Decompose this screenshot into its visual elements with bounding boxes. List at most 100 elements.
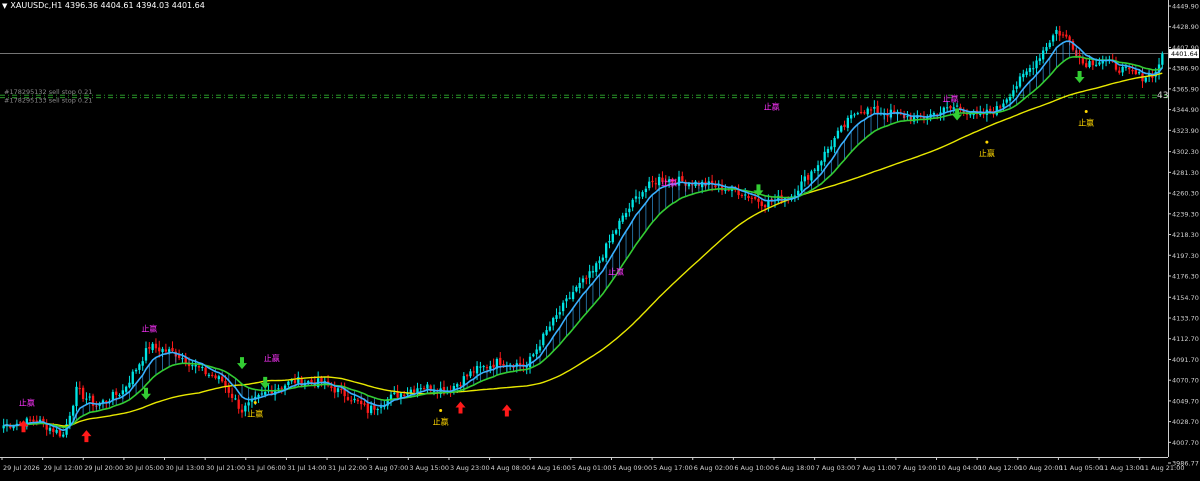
candle-body [356,399,360,402]
candle-body [197,366,201,368]
price-tick-label: 4302.30 [1172,148,1199,156]
time-tick-label: 31 Jul 22:00 [328,464,367,472]
take-profit-label: 止赢 [247,409,263,419]
chart-background [0,0,1200,477]
candle-body [240,409,244,413]
order-edge-label: 43 [1157,91,1168,101]
candle-body [1091,60,1094,66]
time-tick-label: 30 Jul 13:00 [166,464,205,472]
ohlc-values: 4396.36 4404.61 4394.03 4401.64 [64,1,205,10]
candle-body [1094,64,1098,66]
candle-body [333,387,336,393]
candle-body [800,181,803,191]
candle-body [634,196,638,199]
candle-body [581,278,585,283]
candle-body [111,391,115,400]
candle-body [293,380,297,383]
candle-body [264,391,267,395]
candle-body [330,386,333,388]
candle-body [651,180,654,183]
candle-body [555,315,558,319]
symbol-label: XAUUSDc,H1 [10,1,63,10]
candle-body [621,215,624,222]
time-tick-label: 6 Aug 18:00 [775,464,815,472]
candle-body [393,392,396,394]
candle-body [840,126,843,132]
candle-body [548,326,552,331]
candle-body [753,196,757,199]
candle-body [363,403,366,405]
time-tick-label: 31 Jul 14:00 [287,464,326,472]
take-profit-label: 止赢 [19,398,35,408]
candle-body [310,379,313,383]
price-tick-label: 4239.30 [1172,210,1199,218]
candle-body [568,297,571,299]
time-tick-label: 11 Aug 21:00 [1141,464,1185,472]
candle-body [538,346,542,351]
candle-body [247,402,250,406]
candle-body [952,107,955,109]
time-tick-label: 29 Jul 12:00 [44,464,83,472]
candle-body [750,197,753,199]
candle-body [859,112,863,114]
candle-body [641,192,644,197]
candle-body [588,271,591,278]
candle-body [806,175,810,180]
candle-body [1061,34,1065,36]
candle-body [369,405,373,414]
price-chart[interactable]: #178295132 sell stop 0.21 #178295133 sell… [0,0,1200,477]
price-tick-label: 4260.30 [1172,190,1199,198]
take-profit-label: 止赢 [942,94,958,104]
candle-body [413,389,416,393]
candle-body [595,263,598,272]
price-tick-label: 4449.90 [1172,3,1199,11]
time-tick-label: 3 Aug 15:00 [409,464,449,472]
sell-stop-label: #178295132 sell stop 0.21 [4,88,92,96]
candle-body [479,366,482,368]
chart-canvas[interactable]: #178295132 sell stop 0.21#178295133 sell… [0,0,1200,477]
candle-body [204,367,207,375]
candle-body [1018,76,1022,87]
candle-body [846,117,850,128]
price-tick-label: 4176.30 [1172,272,1199,280]
candle-body [836,130,840,139]
candle-body [744,194,747,196]
candle-body [654,183,657,185]
candle-body [757,198,760,202]
candle-body [502,363,505,366]
price-tick-label: 4133.70 [1172,315,1199,323]
take-profit-label: 止赢 [1078,117,1094,127]
take-profit-label: 止赢 [764,102,780,112]
candle-body [760,201,763,206]
candle-body [714,185,717,188]
time-tick-label: 3 Aug 07:00 [369,464,409,472]
candle-body [638,197,641,199]
price-tick-label: 4070.70 [1172,377,1199,385]
time-tick-label: 5 Aug 09:00 [612,464,652,472]
chart-title-bar[interactable]: ▼ XAUUSDc,H1 4396.36 4404.61 4394.03 4401… [2,1,205,10]
candle-body [1144,77,1147,82]
candle-body [830,146,833,150]
candle-body [164,349,168,352]
candle-body [475,365,479,374]
price-tick-label: 4112.70 [1172,335,1199,343]
candle-body [48,427,52,431]
candle-body [28,419,32,421]
candle-body [366,403,369,413]
candle-body [360,400,363,405]
take-profit-label: 止赢 [608,266,624,276]
candle-body [955,105,959,107]
time-tick-label: 7 Aug 03:00 [816,464,856,472]
candle-body [81,387,85,400]
price-tick-label: 4428.90 [1172,23,1199,31]
triangle-down-icon[interactable]: ▼ [2,2,7,10]
candle-body [1121,67,1124,73]
candle-body [528,356,532,368]
price-tick-label: 4365.90 [1172,85,1199,93]
candle-body [906,116,909,118]
time-tick-label: 4 Aug 16:00 [531,464,571,472]
candle-body [816,165,820,171]
candle-body [998,106,1002,108]
candle-body [886,115,889,117]
candle-body [131,371,134,385]
